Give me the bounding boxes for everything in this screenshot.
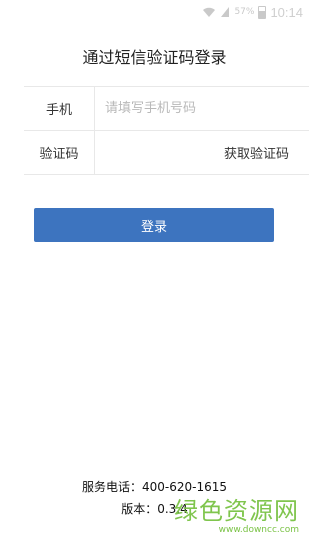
code-label: 验证码 xyxy=(24,131,95,174)
battery-percent: 57% xyxy=(234,7,255,17)
status-bar-icons: 57% 10:14 xyxy=(202,3,303,21)
phone-input[interactable] xyxy=(95,87,309,130)
code-row: 验证码 获取验证码 xyxy=(24,130,309,175)
app-version: 版本：0.3.4 xyxy=(121,502,188,516)
battery-fill xyxy=(259,11,266,18)
page-title: 通过短信验证码登录 xyxy=(82,48,227,67)
watermark-url: www.downcc.com xyxy=(218,525,299,535)
status-bar: 57% 10:14 xyxy=(0,0,309,24)
wifi-icon xyxy=(202,3,216,22)
battery-icon xyxy=(258,5,267,19)
login-button[interactable]: 登录 xyxy=(34,208,274,242)
signal-icon xyxy=(220,3,230,22)
service-phone: 服务电话：400-620-1615 xyxy=(81,480,227,494)
get-code-button[interactable]: 获取验证码 xyxy=(224,131,289,174)
phone-row: 手机 xyxy=(24,86,309,130)
login-form: 手机 验证码 获取验证码 xyxy=(24,86,309,175)
status-time: 10:14 xyxy=(270,4,303,20)
phone-label: 手机 xyxy=(24,87,95,130)
